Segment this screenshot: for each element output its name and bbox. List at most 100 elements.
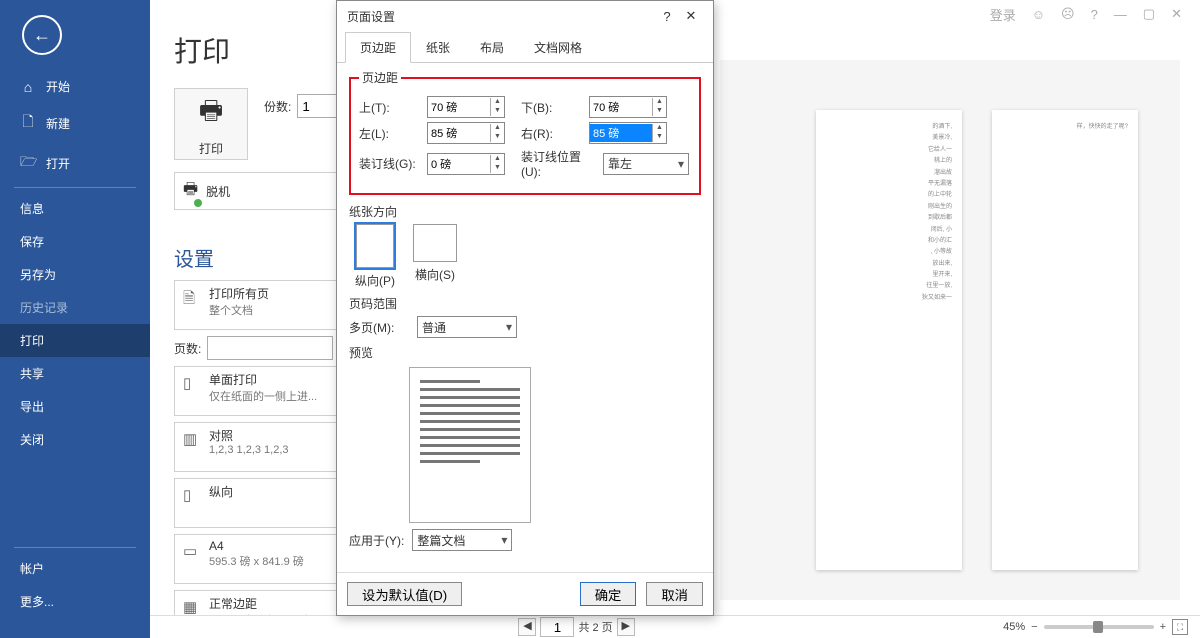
home-icon: ⌂: [20, 79, 36, 95]
nav-more[interactable]: 更多...: [0, 585, 150, 618]
dropdown-apply[interactable]: 整篇文档: [412, 529, 512, 551]
setting-orientation[interactable]: ▯ 纵向: [174, 478, 352, 528]
page-number-input[interactable]: [540, 617, 574, 637]
tab-grid[interactable]: 文档网格: [519, 32, 597, 63]
face-smile-icon[interactable]: ☺: [1032, 7, 1045, 22]
face-sad-icon[interactable]: ☹: [1061, 6, 1075, 22]
label-bottom: 下(B):: [521, 99, 583, 116]
preview-legend: 预览: [349, 344, 701, 361]
help-icon[interactable]: ?: [1091, 7, 1098, 22]
nav-print[interactable]: 打印: [0, 324, 150, 357]
copies-label: 份数:: [264, 98, 291, 115]
preview-page-2: 样，快快的走了呢?: [992, 110, 1138, 570]
setting-print-range[interactable]: 🗎 打印所有页整个文档: [174, 280, 352, 330]
zoom-controls: 45% − + ⛶: [1003, 619, 1188, 635]
chevron-down-icon[interactable]: ▼: [653, 133, 666, 142]
pages-input[interactable]: [207, 336, 333, 360]
margins-legend: 页边距: [359, 69, 401, 86]
spinner-bottom[interactable]: ▲▼: [589, 96, 667, 118]
dialog-title: 页面设置: [347, 8, 395, 25]
pages-label: 页数:: [174, 340, 201, 357]
margins-icon: ▦: [183, 598, 201, 616]
prev-page-button[interactable]: ◀: [518, 618, 536, 636]
dialog-help-icon[interactable]: ?: [655, 9, 679, 24]
spinner-right[interactable]: ▲▼: [589, 122, 667, 144]
setting-paper-size[interactable]: ▭ A4595.3 磅 x 841.9 磅: [174, 534, 352, 584]
nav-export[interactable]: 导出: [0, 390, 150, 423]
chevron-up-icon[interactable]: ▲: [491, 155, 504, 164]
back-button[interactable]: ←: [22, 15, 62, 55]
zoom-level-label: 45%: [1003, 621, 1025, 633]
file-icon: 🗋: [20, 111, 36, 135]
label-multi: 多页(M):: [349, 319, 411, 336]
nav-share[interactable]: 共享: [0, 357, 150, 390]
setting-one-sided[interactable]: ▯ 单面打印仅在纸面的一侧上进...: [174, 366, 352, 416]
portrait-thumb-icon: [356, 224, 394, 268]
label-gutter: 装订线(G):: [359, 155, 421, 172]
nav-account[interactable]: 帐户: [0, 552, 150, 585]
dialog-close-icon[interactable]: ✕: [679, 8, 703, 24]
maximize-icon[interactable]: ▢: [1143, 6, 1155, 22]
one-sided-icon: ▯: [183, 374, 201, 392]
dropdown-gutter-pos[interactable]: 靠左: [603, 153, 689, 175]
label-top: 上(T):: [359, 99, 421, 116]
tab-paper[interactable]: 纸张: [411, 32, 465, 63]
spinner-gutter[interactable]: ▲▼: [427, 153, 505, 175]
chevron-up-icon[interactable]: ▲: [491, 124, 504, 133]
minimize-icon[interactable]: —: [1114, 7, 1127, 22]
preview-page-1: 的酒下,美景冷,它给人一桃上的溜出故平无漏落的上中轮刚出生的到歇后都闭后, 小和…: [816, 110, 962, 570]
orientation-legend: 纸张方向: [349, 203, 701, 220]
label-gutter-pos: 装订线位置(U):: [521, 148, 597, 179]
close-window-icon[interactable]: ✕: [1171, 6, 1182, 22]
page-total-label: 共 2 页: [578, 619, 612, 635]
orientation-portrait[interactable]: 纵向(P): [355, 224, 395, 289]
tab-layout[interactable]: 布局: [465, 32, 519, 63]
copies-input[interactable]: [297, 94, 341, 118]
pages-icon: 🗎: [183, 288, 201, 313]
print-preview-area: 的酒下,美景冷,它给人一桃上的溜出故平无漏落的上中轮刚出生的到歇后都闭后, 小和…: [720, 60, 1180, 600]
nav-start[interactable]: ⌂开始: [0, 70, 150, 103]
nav-info[interactable]: 信息: [0, 192, 150, 225]
ok-button[interactable]: 确定: [580, 582, 637, 606]
folder-open-icon: 🗁: [20, 151, 36, 175]
chevron-down-icon[interactable]: ▼: [491, 164, 504, 173]
nav-save[interactable]: 保存: [0, 225, 150, 258]
chevron-up-icon[interactable]: ▲: [491, 98, 504, 107]
dropdown-multi[interactable]: 普通: [417, 316, 517, 338]
next-page-button[interactable]: ▶: [617, 618, 635, 636]
chevron-up-icon[interactable]: ▲: [653, 98, 666, 107]
printer-status-text: 脱机: [206, 183, 230, 200]
nav-close[interactable]: 关闭: [0, 423, 150, 456]
set-default-button[interactable]: 设为默认值(D): [347, 582, 462, 606]
nav-saveas[interactable]: 另存为: [0, 258, 150, 291]
zoom-slider[interactable]: [1044, 625, 1154, 629]
chevron-up-icon[interactable]: ▲: [653, 124, 666, 133]
setting-collated[interactable]: ▥ 对照1,2,3 1,2,3 1,2,3: [174, 422, 352, 472]
chevron-down-icon[interactable]: ▼: [653, 107, 666, 116]
margins-group: 页边距 上(T): ▲▼ 下(B): ▲▼ 左(L): ▲▼ 右(R): ▲▼ …: [349, 69, 701, 195]
zoom-out-button[interactable]: −: [1031, 621, 1037, 633]
zoom-to-fit-icon[interactable]: ⛶: [1172, 619, 1188, 635]
zoom-in-button[interactable]: +: [1160, 621, 1166, 633]
nav-open[interactable]: 🗁打开: [0, 143, 150, 183]
spinner-left[interactable]: ▲▼: [427, 122, 505, 144]
chevron-down-icon[interactable]: ▼: [491, 107, 504, 116]
tab-margins[interactable]: 页边距: [345, 32, 411, 63]
printer-status-icon: 🖶: [183, 178, 198, 205]
cancel-button[interactable]: 取消: [646, 582, 703, 606]
printer-selector[interactable]: 🖶 脱机: [174, 172, 352, 210]
print-button[interactable]: 🖶 打印: [174, 88, 248, 160]
chevron-down-icon[interactable]: ▼: [491, 133, 504, 142]
login-link[interactable]: 登录: [990, 5, 1016, 24]
orientation-landscape[interactable]: 横向(S): [413, 224, 457, 289]
label-left: 左(L):: [359, 125, 421, 142]
nav-new[interactable]: 🗋新建: [0, 103, 150, 143]
collate-icon: ▥: [183, 430, 201, 448]
page-size-icon: ▭: [183, 542, 201, 560]
spinner-top[interactable]: ▲▼: [427, 96, 505, 118]
nav-history[interactable]: 历史记录: [0, 291, 150, 324]
backstage-sidebar: ← ⌂开始 🗋新建 🗁打开 信息 保存 另存为 历史记录 打印 共享 导出 关闭…: [0, 0, 150, 638]
label-apply: 应用于(Y):: [349, 532, 404, 549]
page-setup-dialog: 页面设置 ? ✕ 页边距 纸张 布局 文档网格 页边距 上(T): ▲▼ 下(B…: [336, 0, 714, 616]
printer-icon: 🖶: [199, 92, 224, 136]
